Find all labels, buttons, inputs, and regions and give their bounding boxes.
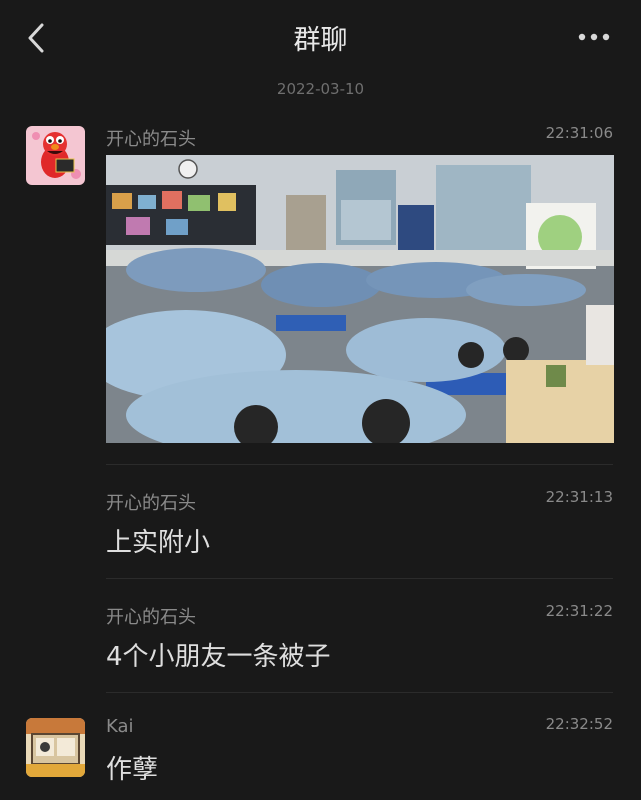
message-divider	[106, 578, 613, 579]
date-separator: 2022-03-10	[276, 80, 365, 98]
message-time: 22:31:06	[545, 124, 613, 142]
message-time: 22:31:13	[545, 488, 613, 506]
sender-name: Kai	[106, 716, 134, 737]
sender-name: 开心的石头	[106, 493, 196, 514]
message-time: 22:32:52	[545, 715, 613, 733]
avatar-elmo[interactable]	[26, 126, 85, 185]
message-time: 22:31:22	[545, 602, 613, 620]
elmo-avatar-icon	[26, 126, 85, 185]
message-divider	[106, 464, 613, 465]
shared-photo[interactable]	[106, 155, 614, 443]
message-text: 作孽	[106, 755, 159, 785]
message-text: 4个小朋友一条被子	[106, 642, 331, 672]
sender-name: 开心的石头	[106, 607, 196, 628]
avatar-kai[interactable]	[26, 718, 85, 777]
sender-name: 开心的石头	[106, 129, 196, 150]
cartoon-avatar-icon	[26, 718, 85, 777]
classroom-photo-image	[106, 155, 614, 443]
top-bar: 群聊	[0, 0, 641, 76]
message-text: 上实附小	[106, 528, 211, 558]
chat-title: 群聊	[293, 25, 348, 56]
message-divider	[106, 692, 613, 693]
more-dots-icon[interactable]	[570, 20, 618, 54]
